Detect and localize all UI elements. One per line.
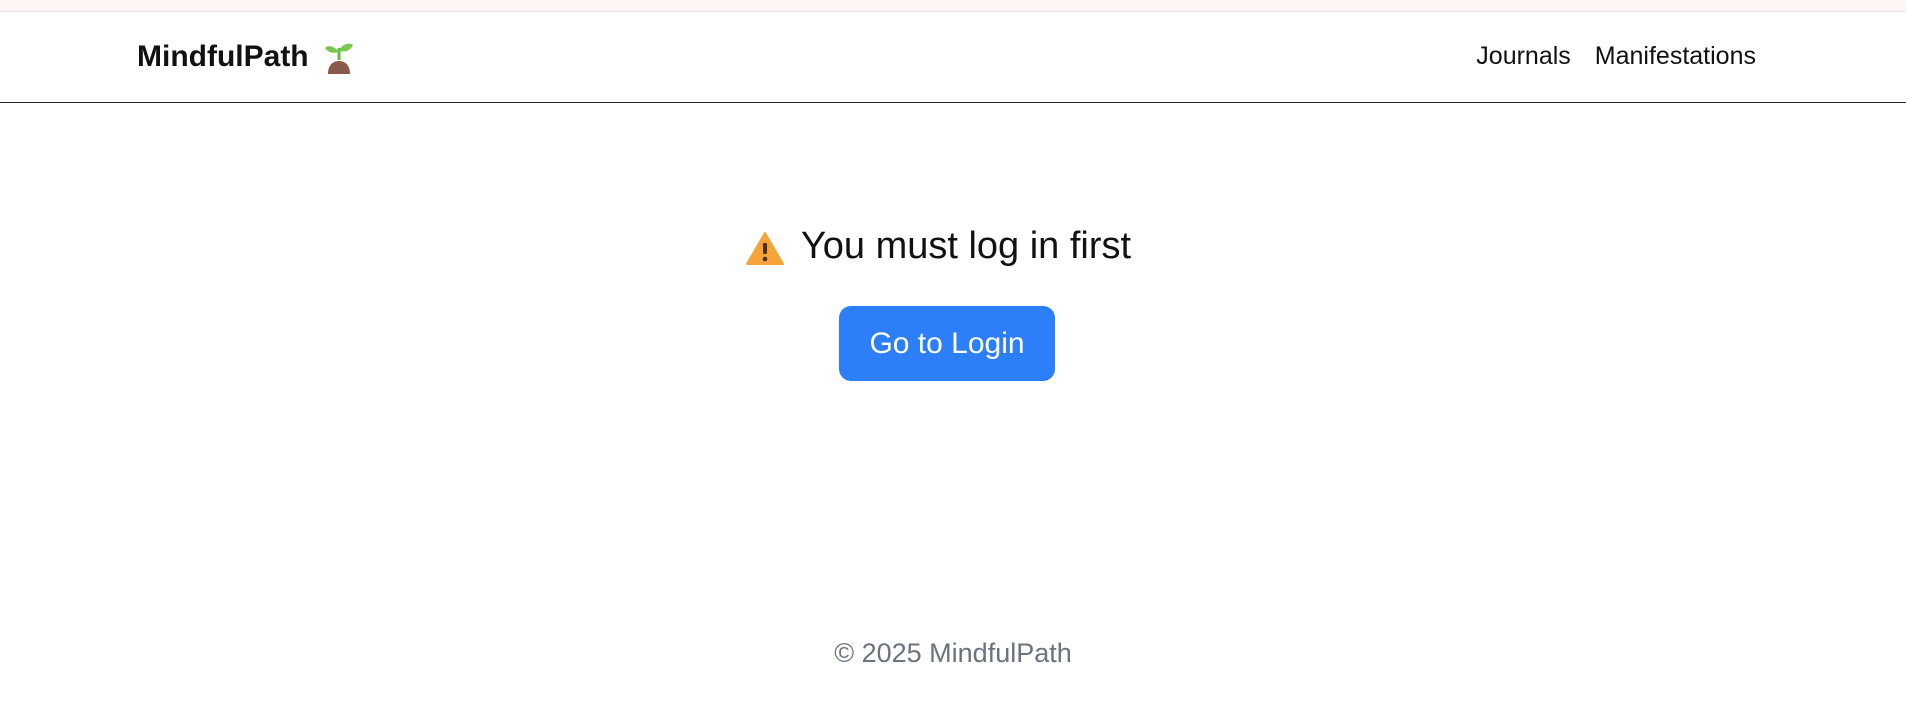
brand-link[interactable]: MindfulPath [137,40,355,74]
go-to-login-button[interactable]: Go to Login [839,306,1055,381]
footer: © 2025 MindfulPath [0,638,1906,669]
login-required-message: You must log in first [745,225,1131,268]
top-strip [0,0,1906,12]
nav-links: Journals Manifestations [1476,42,1756,71]
main-content: You must log in first [0,225,1906,272]
brand-name: MindfulPath [137,40,309,73]
warning-icon [745,231,785,267]
nav-link-journals[interactable]: Journals [1476,42,1571,71]
message-text: You must log in first [800,225,1132,267]
nav-link-manifestations[interactable]: Manifestations [1595,42,1756,71]
footer-text: © 2025 MindfulPath [834,638,1072,668]
navbar: MindfulPath Journals Manifestations [0,12,1906,103]
sprout-icon [323,40,355,74]
